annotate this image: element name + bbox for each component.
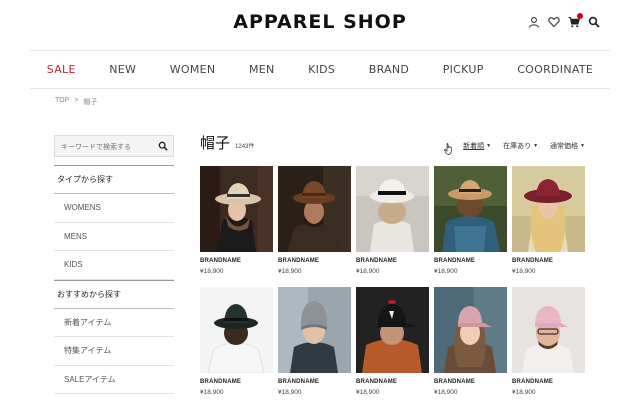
recommend-section-title: おすすめから探す (54, 281, 174, 309)
product-image[interactable] (278, 166, 351, 252)
nav-new[interactable]: NEW (109, 63, 136, 76)
chevron-down-icon: ▼ (580, 143, 585, 149)
product-image[interactable] (200, 166, 273, 252)
type-section-title: タイプから探す (54, 166, 174, 194)
product-image[interactable] (512, 166, 585, 252)
nav-women[interactable]: WOMEN (170, 63, 216, 76)
product-brand: BRANDNAME (278, 379, 320, 385)
product-card[interactable]: BRANDNAME ¥18,900 (512, 166, 585, 287)
nav-coordinate[interactable]: COORDINATE (517, 63, 593, 76)
product-card[interactable]: BRANDNAME ¥18,900 (278, 287, 351, 400)
breadcrumb-separator: > (74, 97, 79, 104)
nav-kids[interactable]: KIDS (308, 63, 335, 76)
heart-icon[interactable] (548, 16, 560, 28)
sort-price[interactable]: 通常価格 ▼ (550, 141, 585, 151)
sidebar-item-new[interactable]: 新着アイテム (54, 309, 174, 337)
product-price: ¥18,900 (512, 389, 536, 396)
sidebar: タイプから探す WOMENS MENS KIDS おすすめから探す 新着アイテム… (54, 135, 174, 394)
hand-cursor-icon (444, 143, 452, 155)
search-icon[interactable] (588, 16, 600, 28)
page-title: 帽子 (200, 134, 231, 152)
sidebar-item-mens[interactable]: MENS (54, 223, 174, 251)
sidebar-search (54, 135, 174, 158)
product-image[interactable] (356, 166, 429, 252)
nav-men[interactable]: MEN (249, 63, 275, 76)
product-card[interactable]: BRANDNAME ¥18,900 (512, 287, 585, 400)
product-card[interactable]: BRANDNAME ¥18,900 (356, 287, 429, 400)
sort-bar: 新着順 ▼ 在庫あり ▼ 通常価格 ▼ (463, 141, 585, 151)
sort-newest-label: 新着順 (463, 143, 485, 150)
sidebar-item-kids[interactable]: KIDS (54, 251, 174, 280)
nav-pickup[interactable]: PICKUP (443, 63, 484, 76)
cart-icon[interactable] (568, 13, 583, 28)
product-brand: BRANDNAME (512, 379, 554, 385)
product-image[interactable] (278, 287, 351, 373)
nav-sale[interactable]: SALE (47, 63, 76, 76)
sidebar-item-sale[interactable]: SALEアイテム (54, 366, 174, 394)
item-count: 1243件 (235, 144, 255, 150)
product-brand: BRANDNAME (512, 258, 554, 264)
product-brand: BRANDNAME (200, 258, 242, 264)
product-image[interactable] (356, 287, 429, 373)
nav-brand[interactable]: BRAND (369, 63, 409, 76)
product-card[interactable]: BRANDNAME ¥18,900 (356, 166, 429, 287)
product-brand: BRANDNAME (356, 258, 398, 264)
product-card[interactable]: BRANDNAME ¥18,900 (434, 166, 507, 287)
site-header: APPAREL SHOP (0, 0, 640, 50)
product-price: ¥18,900 (356, 389, 380, 396)
sort-newest[interactable]: 新着順 ▼ (463, 141, 491, 151)
breadcrumb: TOP > 帽子 (55, 97, 97, 107)
product-price: ¥18,900 (434, 268, 458, 275)
product-price: ¥18,900 (434, 389, 458, 396)
chevron-down-icon: ▼ (486, 143, 492, 149)
breadcrumb-current: 帽子 (83, 99, 98, 106)
sidebar-item-womens[interactable]: WOMENS (54, 194, 174, 223)
search-icon[interactable] (158, 141, 168, 151)
product-card[interactable]: BRANDNAME ¥18,900 (278, 166, 351, 287)
sort-price-label: 通常価格 (550, 143, 579, 150)
product-grid: BRANDNAME ¥18,900 BRANDNAME ¥18,900 BRAN… (200, 166, 585, 400)
sort-in-stock[interactable]: 在庫あり ▼ (503, 141, 538, 151)
sidebar-item-feature[interactable]: 特集アイテム (54, 337, 174, 366)
product-image[interactable] (512, 287, 585, 373)
cart-badge (577, 13, 583, 19)
product-price: ¥18,900 (200, 268, 224, 275)
product-image[interactable] (200, 287, 273, 373)
nav-divider (30, 88, 610, 89)
sort-in-stock-label: 在庫あり (503, 143, 532, 150)
type-section: タイプから探す WOMENS MENS KIDS (54, 165, 174, 280)
product-card[interactable]: BRANDNAME ¥18,900 (434, 287, 507, 400)
product-price: ¥18,900 (278, 268, 302, 275)
product-image[interactable] (434, 287, 507, 373)
search-input[interactable] (55, 137, 155, 158)
product-price: ¥18,900 (200, 389, 224, 396)
product-card[interactable]: BRANDNAME ¥18,900 (200, 166, 273, 287)
product-price: ¥18,900 (278, 389, 302, 396)
product-image[interactable] (434, 166, 507, 252)
product-brand: BRANDNAME (200, 379, 242, 385)
recommend-section: おすすめから探す 新着アイテム 特集アイテム SALEアイテム (54, 279, 174, 394)
product-price: ¥18,900 (356, 268, 380, 275)
chevron-down-icon: ▼ (533, 143, 539, 149)
product-card[interactable]: BRANDNAME ¥18,900 (200, 287, 273, 400)
category-heading: 帽子 1243件 (200, 132, 254, 153)
product-brand: BRANDNAME (434, 258, 476, 264)
main-nav: SALE NEW WOMEN MEN KIDS BRAND PICKUP COO… (30, 51, 610, 88)
user-icon[interactable] (528, 16, 540, 28)
product-brand: BRANDNAME (278, 258, 320, 264)
product-brand: BRANDNAME (434, 379, 476, 385)
product-price: ¥18,900 (512, 268, 536, 275)
product-brand: BRANDNAME (356, 379, 398, 385)
breadcrumb-home[interactable]: TOP (55, 97, 69, 107)
header-icons (528, 13, 600, 28)
